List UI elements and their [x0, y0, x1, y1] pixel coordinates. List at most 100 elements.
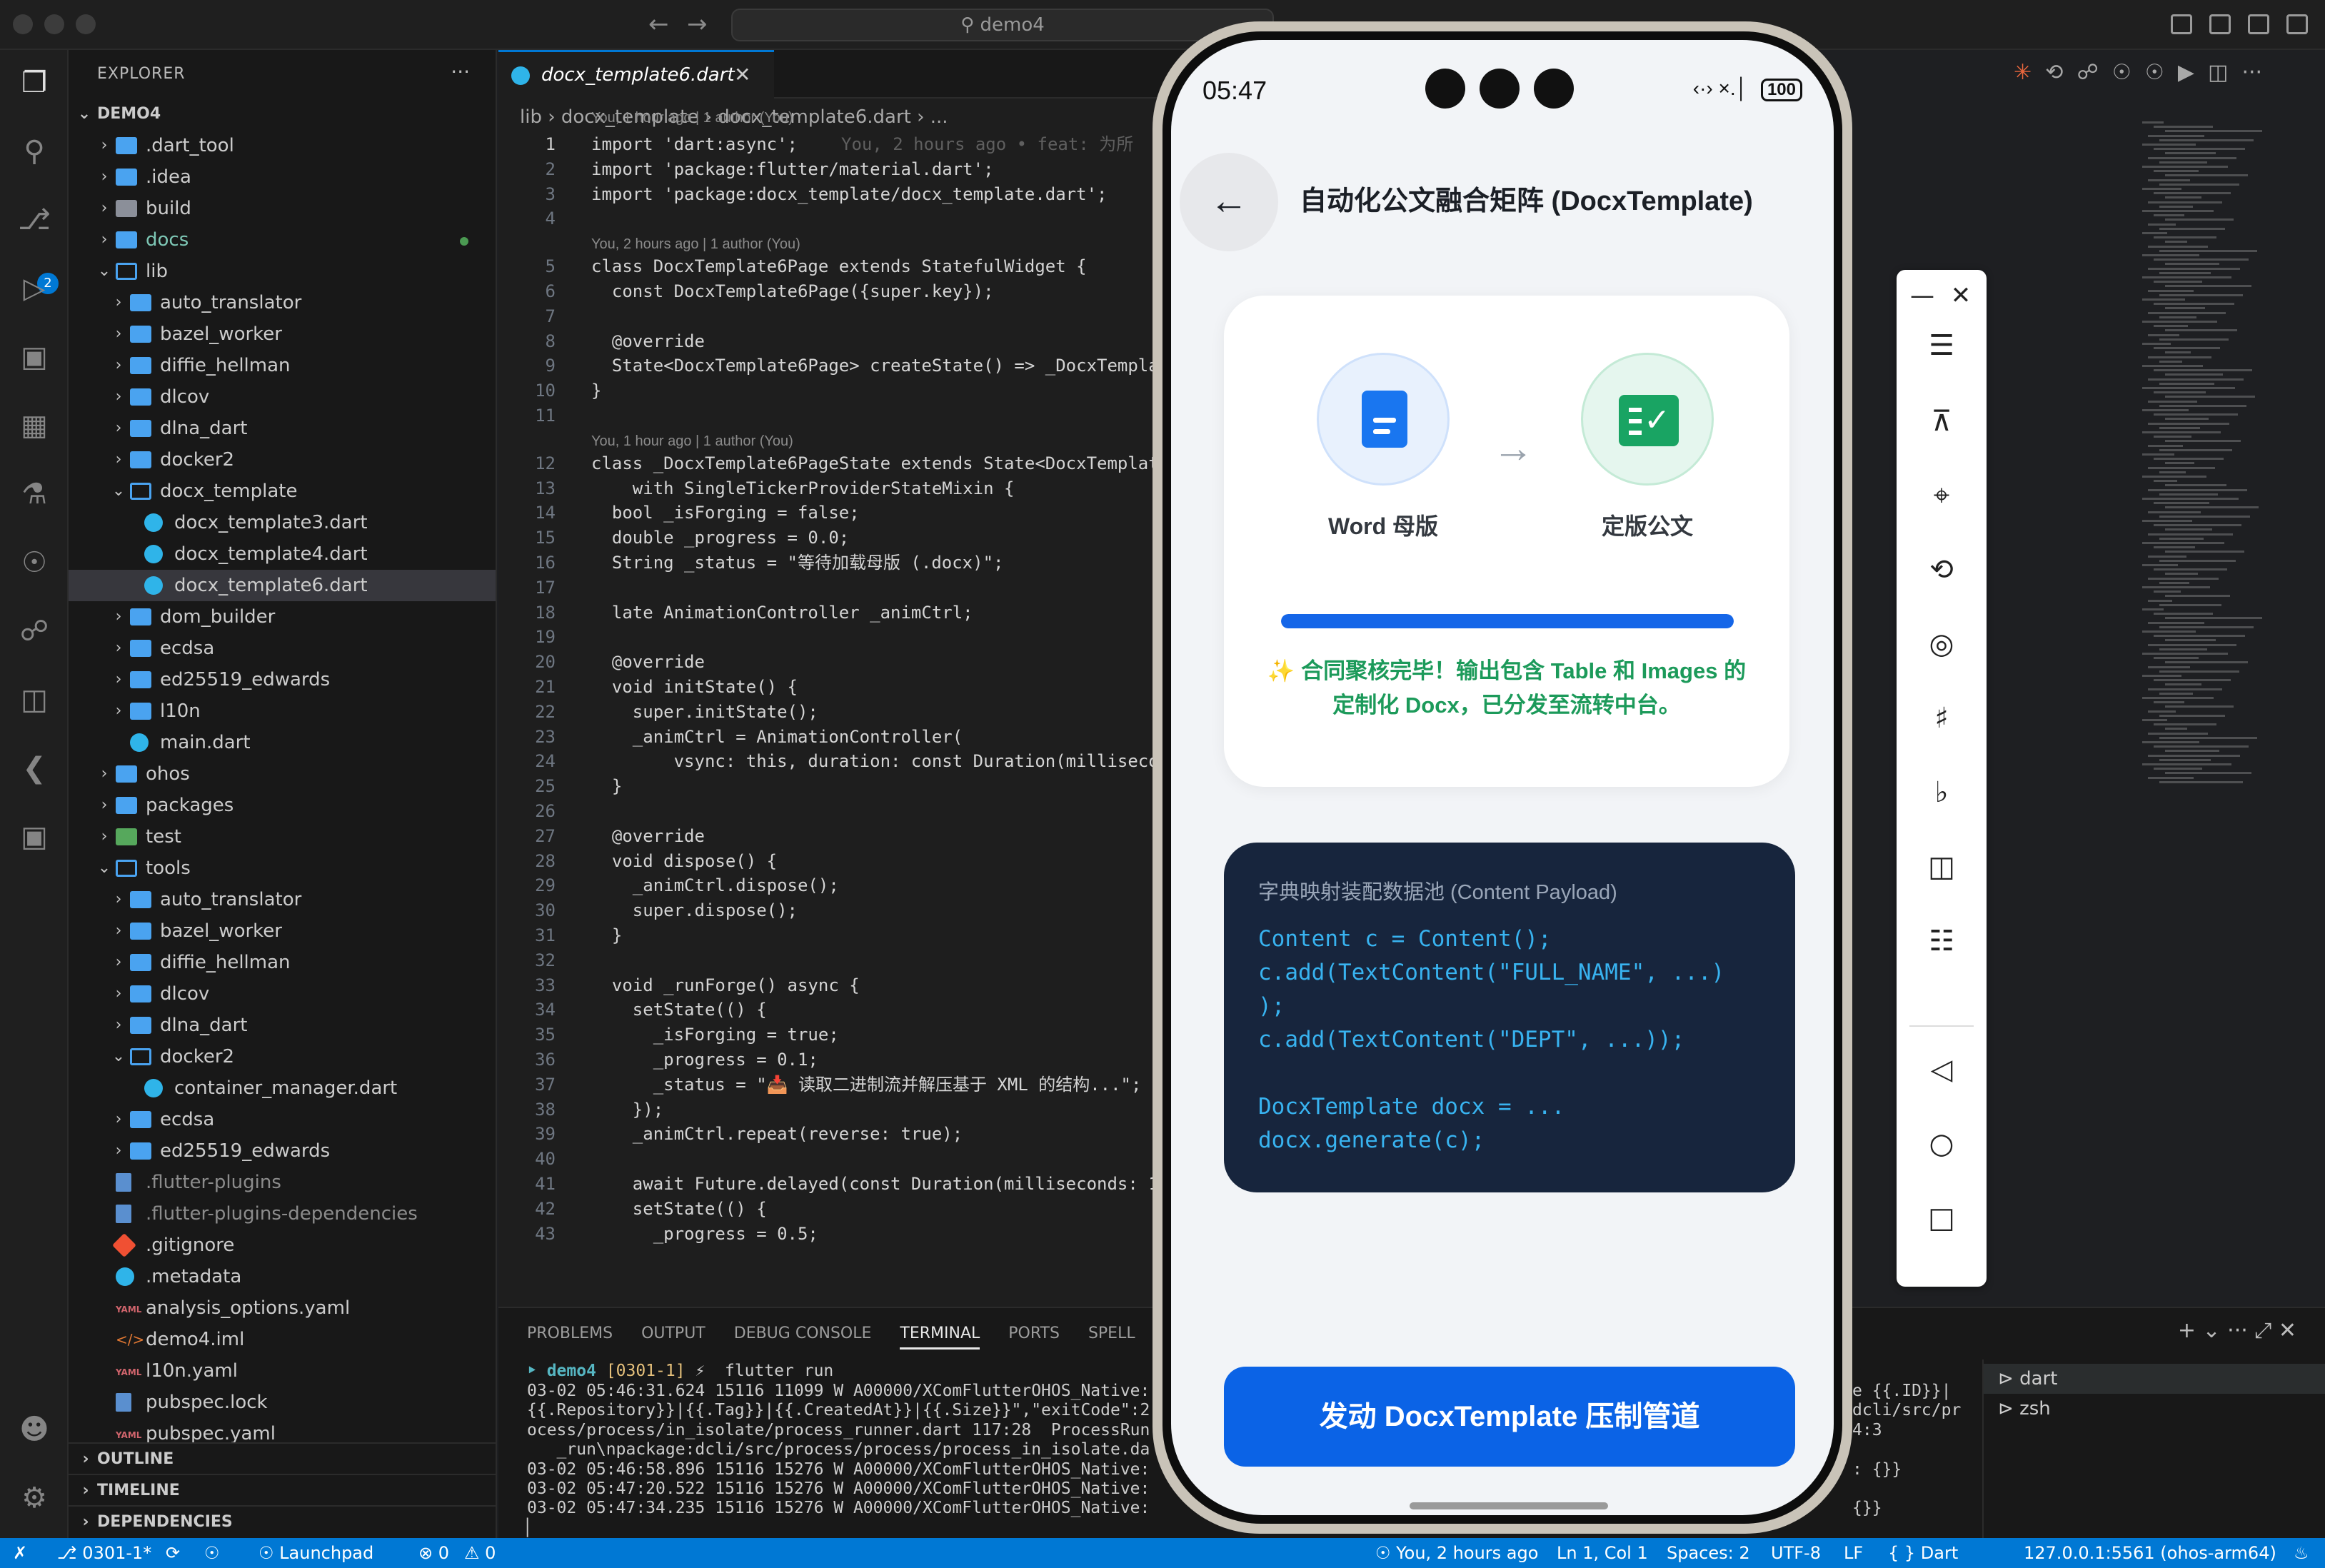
tree-folder[interactable]: › bazel_worker	[69, 915, 496, 947]
tree-file[interactable]: docx_template6.dart	[69, 570, 496, 601]
tree-folder[interactable]: › dlcov	[69, 978, 496, 1010]
launchpad-status[interactable]: ☉ Launchpad	[258, 1538, 373, 1568]
minimize-window-button[interactable]	[44, 14, 64, 34]
code-line[interactable]: 33 void _runForge() async {	[498, 973, 1214, 998]
dependencies-section[interactable]: › DEPENDENCIES	[69, 1505, 496, 1537]
code-line[interactable]: 17	[498, 575, 1214, 600]
code-line[interactable]: 37 _status = "📥 读取二进制流并解压基于 XML 的结构...";	[498, 1072, 1214, 1097]
crop-icon[interactable]: ⌖	[1920, 474, 1963, 517]
code-line[interactable]: 39 _animCtrl.repeat(reverse: true);	[498, 1121, 1214, 1147]
tree-folder[interactable]: ⌄ docx_template	[69, 476, 496, 507]
layout-customize-icon[interactable]	[2286, 14, 2308, 34]
notifications-icon[interactable]: ♨	[2294, 1538, 2309, 1568]
tree-folder[interactable]: › l10n	[69, 695, 496, 727]
scan-icon[interactable]: ▣	[17, 820, 51, 854]
tree-folder[interactable]: ⌄ lib	[69, 256, 496, 287]
encoding[interactable]: UTF-8	[1771, 1538, 1821, 1568]
remote-explorer-icon[interactable]: ▣	[17, 340, 51, 374]
shake-icon[interactable]: ◫	[1920, 845, 1963, 888]
tree-folder[interactable]: › auto_translator	[69, 884, 496, 915]
code-line[interactable]: 2 import 'package:flutter/material.dart';	[498, 156, 1214, 182]
workspace-root[interactable]: ⌄ DEMO4	[69, 99, 496, 130]
code-line[interactable]: 18 late AnimationController _animCtrl;	[498, 600, 1214, 625]
run-debug-icon[interactable]: ▷	[17, 271, 51, 306]
history-icon[interactable]: ⟲	[2045, 60, 2063, 85]
pin-icon[interactable]: ⊼	[1920, 400, 1963, 443]
tree-file[interactable]: .flutter-plugins-dependencies	[69, 1198, 496, 1230]
tree-folder[interactable]: › .idea	[69, 161, 496, 193]
code-line[interactable]: 35 _isForging = true;	[498, 1022, 1214, 1047]
tree-file[interactable]: docx_template3.dart	[69, 507, 496, 538]
remote-icon[interactable]: ✗	[13, 1538, 27, 1568]
tree-file[interactable]: container_manager.dart	[69, 1072, 496, 1104]
code-line[interactable]: 23 _animCtrl = AnimationController(	[498, 724, 1214, 750]
code-line[interactable]: 1 import 'dart:async'; You, 2 hours ago • …	[498, 131, 1214, 157]
code-line[interactable]: 32	[498, 948, 1214, 973]
tree-file[interactable]: .flutter-plugins	[69, 1167, 496, 1198]
code-line[interactable]: 24 vsync: this, duration: const Duration…	[498, 748, 1214, 774]
tree-folder[interactable]: › diffie_hellman	[69, 947, 496, 978]
panel-tab[interactable]: OUTPUT	[641, 1308, 705, 1360]
code-line[interactable]: 21 void initState() {	[498, 674, 1214, 700]
rotate-icon[interactable]: ⟲	[1920, 548, 1963, 591]
tree-folder[interactable]: › ohos	[69, 758, 496, 790]
compare-icon[interactable]: ☍	[2077, 60, 2098, 85]
tree-folder[interactable]: › ecdsa	[69, 633, 496, 664]
multi-device-icon[interactable]: ☷	[1920, 920, 1963, 963]
code-line[interactable]: 11	[498, 403, 1214, 428]
outline-section[interactable]: › OUTLINE	[69, 1442, 496, 1474]
code-line[interactable]: 4	[498, 206, 1214, 231]
testing-icon[interactable]: ⚗	[17, 477, 51, 511]
errors-status[interactable]: ⊗ 0	[418, 1538, 449, 1568]
code-line[interactable]: 15 double _progress = 0.0;	[498, 525, 1214, 551]
tree-file[interactable]: YAML l10n.yaml	[69, 1355, 496, 1387]
extensions-icon[interactable]: ▦	[17, 408, 51, 443]
tree-folder[interactable]: › docker2	[69, 444, 496, 476]
flutter-icon[interactable]: ❮	[17, 751, 51, 785]
start-pipeline-button[interactable]: 发动 DocxTemplate 压制管道	[1224, 1367, 1795, 1467]
indentation[interactable]: Spaces: 2	[1667, 1538, 1750, 1568]
tree-folder[interactable]: › dlna_dart	[69, 413, 496, 444]
gitlens-icon[interactable]: ☍	[17, 614, 51, 648]
device-status[interactable]: 127.0.0.1:5561 (ohos-arm64)	[2024, 1538, 2276, 1568]
panel-tab[interactable]: SPELL	[1088, 1308, 1135, 1360]
screenshot-icon[interactable]: ◎	[1920, 623, 1963, 665]
more-actions-icon[interactable]: ···	[2241, 60, 2262, 85]
branch-status[interactable]: ⎇ 0301-1*	[57, 1538, 151, 1568]
back-button[interactable]: ←	[1180, 153, 1278, 251]
sync-icon[interactable]: ⟳	[166, 1538, 180, 1568]
container-icon[interactable]: ◫	[17, 683, 51, 717]
volume-up-icon[interactable]: ♯	[1920, 697, 1963, 740]
back-icon[interactable]: ◁	[1920, 1048, 1963, 1091]
tree-file[interactable]: </> demo4.iml	[69, 1324, 496, 1355]
panel-tab[interactable]: TERMINAL	[900, 1308, 980, 1360]
line-ending[interactable]: LF	[1844, 1538, 1863, 1568]
layout-panel-icon[interactable]	[2209, 14, 2231, 34]
code-line[interactable]: 40	[498, 1146, 1214, 1172]
tree-folder[interactable]: › diffie_hellman	[69, 350, 496, 381]
code-line[interactable]: 38 });	[498, 1097, 1214, 1122]
terminal-item-zsh[interactable]: ⊳ zsh	[1998, 1394, 2051, 1424]
code-line[interactable]: 13 with SingleTickerProviderStateMixin {	[498, 476, 1214, 501]
code-line[interactable]: 3 import 'package:docx_template/docx_temp…	[498, 181, 1214, 207]
git-graph-icon[interactable]: ☉	[17, 546, 51, 580]
code-line[interactable]: 6 const DocxTemplate6Page({super.key});	[498, 278, 1214, 304]
menu-icon[interactable]: ☰	[1920, 324, 1963, 367]
panel-actions[interactable]: + ⌄ ··· ⤢ ✕	[2178, 1318, 2296, 1343]
code-line[interactable]: 16 String _status = "等待加载母版 (.docx)";	[498, 550, 1214, 576]
code-line[interactable]: 42 setState(() {	[498, 1196, 1214, 1222]
codelens-blame[interactable]: You, 1 hour ago | 1 author (You)	[591, 432, 1212, 451]
code-line[interactable]: 31 }	[498, 923, 1214, 948]
code-line[interactable]: 22 super.initState();	[498, 699, 1214, 725]
explorer-more-button[interactable]: ···	[451, 60, 470, 84]
tree-folder[interactable]: › .dart_tool	[69, 130, 496, 161]
language-mode[interactable]: { } Dart	[1888, 1538, 1958, 1568]
recents-icon[interactable]: □	[1920, 1197, 1963, 1240]
tree-file[interactable]: .gitignore	[69, 1230, 496, 1261]
zoom-window-button[interactable]	[76, 14, 96, 34]
spark-icon[interactable]: ✳	[2014, 60, 2032, 85]
panel-tab[interactable]: PROBLEMS	[527, 1308, 613, 1360]
layout-sidebar-icon[interactable]	[2171, 14, 2192, 34]
close-tab-icon[interactable]: ✕	[734, 52, 750, 98]
close-icon[interactable]: ✕	[1939, 274, 1982, 317]
